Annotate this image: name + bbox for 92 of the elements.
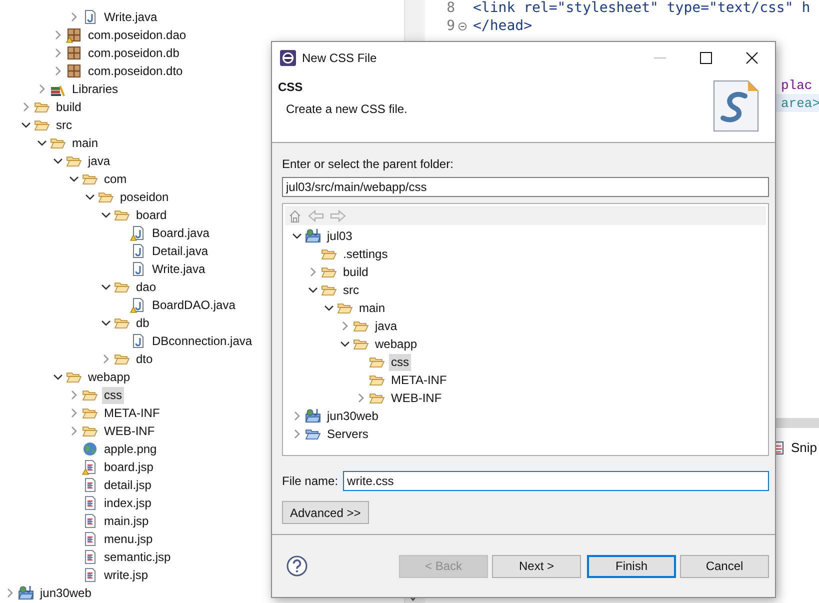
wizard-button[interactable]: Cancel [680,554,769,578]
back-arrow-icon[interactable] [308,208,324,222]
app-icon [280,50,296,66]
file-name-field[interactable]: write.css [343,471,769,491]
css-file-icon [711,78,761,134]
jsp-icon [82,513,98,529]
jsp-icon [82,567,98,583]
tree-item[interactable]: detail.jsp [102,476,154,494]
package-icon [66,45,82,61]
tree-item[interactable]: jun30web [38,584,94,602]
package-icon [66,27,82,43]
tree-item[interactable]: semantic.jsp [102,548,173,566]
close-icon[interactable] [746,52,758,64]
tree-item[interactable]: META-INF [389,372,449,388]
tree-item[interactable]: src [341,282,361,298]
file-name-label: File name: [282,474,338,488]
tree-item[interactable]: webapp [86,368,132,386]
wizard-button[interactable]: Next > [492,554,581,578]
tree-item[interactable]: com [102,170,129,188]
maximize-icon[interactable] [700,52,712,64]
tree-item[interactable]: com.poseidon.db [86,44,182,62]
folder-label: Enter or select the parent folder: [282,157,454,171]
tree-item[interactable]: build [54,98,84,116]
home-icon[interactable] [288,208,302,222]
tree-item[interactable]: java [86,152,112,170]
tree-item[interactable]: Libraries [70,80,120,98]
java-icon [130,225,146,241]
package-icon [66,63,82,79]
tree-item[interactable]: index.jsp [102,494,154,512]
tree-item[interactable]: Write.java [102,8,160,26]
tree-item[interactable]: Servers [325,426,370,442]
window-title: New CSS File [302,51,378,65]
java-icon [130,297,146,313]
folder-tree[interactable]: jul03 .settings build src main java webapp css META-INF WEB-INF jun30web Servers [282,203,769,456]
code-line: </head> [473,18,532,34]
jsp-icon [82,495,98,511]
tree-item[interactable]: com.poseidon.dto [86,62,185,80]
project-icon [305,408,321,424]
tree-item[interactable]: java [373,318,400,334]
tree-item[interactable]: jul03 [325,228,354,244]
java-icon [130,333,146,349]
forward-arrow-icon[interactable] [330,208,346,222]
tree-item[interactable]: WEB-INF [389,390,444,406]
java-icon [82,9,98,25]
tree-item[interactable]: jun30web [325,408,380,424]
tree-item[interactable]: menu.jsp [102,530,155,548]
code-fragment: plac [781,78,812,92]
tree-item[interactable]: Write.java [150,260,208,278]
tree-item[interactable]: Board.java [150,224,212,242]
jsp-icon [82,531,98,547]
java-icon [130,243,146,259]
line-number: 8 [446,0,455,16]
tree-item[interactable]: board [134,206,169,224]
image-icon [82,441,98,457]
tree-item[interactable]: db [134,314,152,332]
tree-item[interactable]: META-INF [102,404,162,422]
folder-field[interactable]: jul03/src/main/webapp/css [282,177,769,197]
tree-item[interactable]: poseidon [118,188,171,206]
tree-item[interactable]: webapp [373,336,420,352]
tree-item[interactable]: dao [134,278,158,296]
tree-item[interactable]: apple.png [102,440,159,458]
jsp-icon [82,459,98,475]
tree-item[interactable]: .settings [341,246,390,262]
tree-item[interactable]: write.jsp [102,566,150,584]
tree-item[interactable]: main.jsp [102,512,151,530]
fold-icon[interactable] [458,22,466,30]
jsp-icon [82,477,98,493]
tree-item[interactable]: main [70,134,100,152]
project-icon [18,585,34,601]
code-fragment: area> [781,96,819,110]
tree-item[interactable]: css [102,386,124,404]
wizard-button[interactable]: Finish [587,554,676,578]
help-icon[interactable] [286,555,308,577]
line-number: 9 [446,18,455,34]
tree-item[interactable]: dto [134,350,155,368]
project-icon [305,228,321,244]
tree-item[interactable]: src [54,116,74,134]
tree-item[interactable]: com.poseidon.dao [86,26,188,44]
code-line: <link rel="stylesheet" type="text/css" h [473,0,810,16]
tree-item[interactable]: main [357,300,388,316]
page-heading: CSS [278,80,304,94]
tree-item[interactable]: board.jsp [102,458,156,476]
java-icon [130,261,146,277]
tree-item[interactable]: build [341,264,370,280]
tree-item[interactable]: css [389,354,411,370]
tree-item[interactable]: WEB-INF [102,422,157,440]
tree-item[interactable]: DBconnection.java [150,332,254,350]
jsp-icon [82,549,98,565]
tree-item[interactable]: BoardDAO.java [150,296,238,314]
advanced-button[interactable]: Advanced >> [282,501,369,524]
tree-item[interactable]: Detail.java [150,242,210,260]
page-description: Create a new CSS file. [285,102,408,116]
